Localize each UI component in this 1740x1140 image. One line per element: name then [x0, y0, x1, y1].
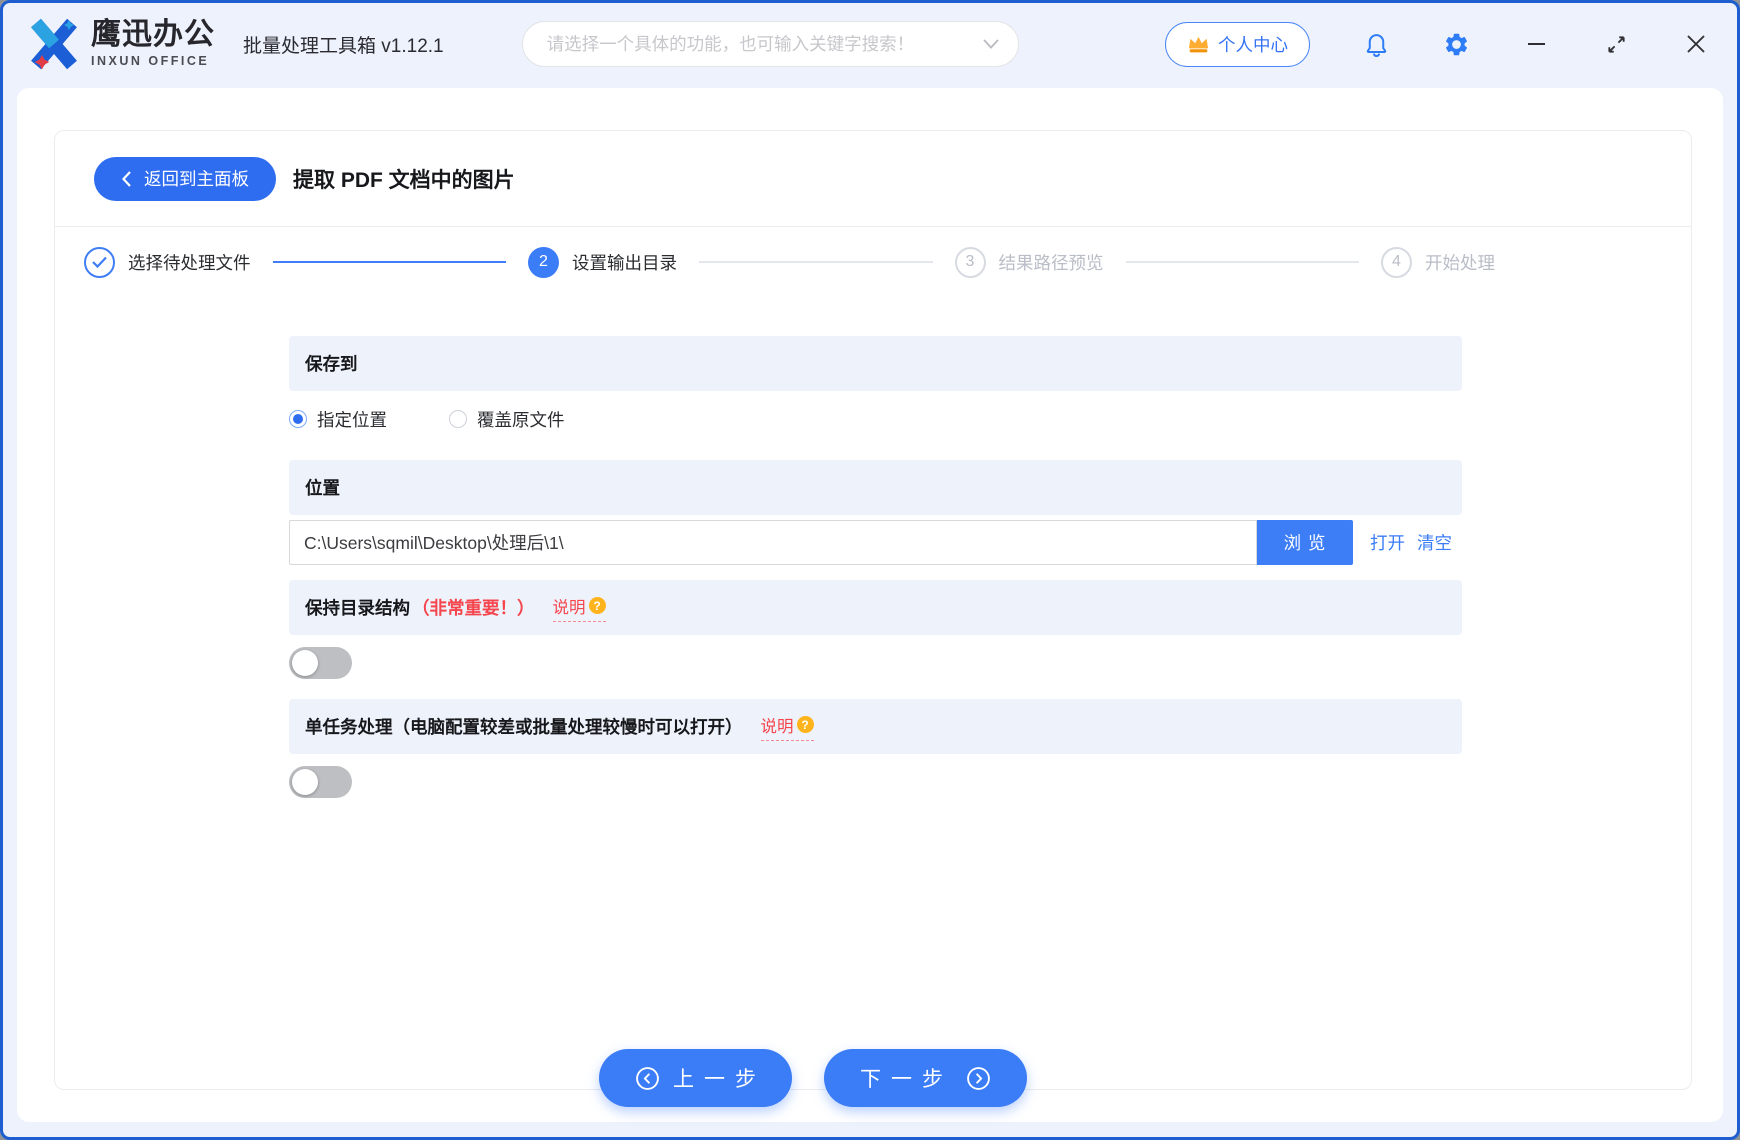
single-task-heading: 单任务处理（电脑配置较差或批量处理较慢时可以打开）	[305, 717, 743, 737]
radio-selected-icon	[289, 410, 307, 428]
crown-icon	[1188, 36, 1209, 53]
step-3-circle: 3	[954, 246, 986, 278]
function-search-select[interactable]	[521, 21, 1019, 67]
circle-chevron-right-icon	[967, 1066, 990, 1090]
single-task-help-link[interactable]: 说明 ?	[760, 713, 814, 741]
step-2-label: 设置输出目录	[572, 252, 677, 273]
gear-icon	[1445, 33, 1467, 55]
radio-overwrite-original[interactable]: 覆盖原文件	[449, 407, 565, 432]
brand-block: 鹰迅办公 INXUN OFFICE	[91, 20, 215, 68]
keep-structure-section-header: 保持目录结构 （非常重要！） 说明 ?	[289, 580, 1462, 635]
question-mark-icon: ?	[588, 597, 606, 614]
step-1-label: 选择待处理文件	[128, 252, 251, 273]
settings-button[interactable]	[1442, 30, 1470, 58]
back-button-label: 返回到主面板	[144, 169, 249, 189]
maximize-button[interactable]	[1602, 30, 1630, 58]
search-input[interactable]	[546, 33, 982, 55]
step-item-2: 2 设置输出目录	[528, 246, 677, 278]
previous-step-label: 上一步	[673, 1068, 766, 1091]
location-section-header: 位置	[289, 460, 1462, 515]
save-to-heading: 保存到	[305, 354, 358, 374]
question-mark-icon: ?	[796, 716, 814, 733]
step-3-label: 结果路径预览	[998, 252, 1104, 273]
step-4-circle: 4	[1381, 246, 1412, 278]
page-title: 提取 PDF 文档中的图片	[293, 168, 515, 192]
open-folder-link[interactable]: 打开	[1370, 530, 1405, 555]
radio-unselected-icon	[449, 410, 467, 428]
app-window: 鹰迅办公 INXUN OFFICE 批量处理工具箱 v1.12.1 个人中心	[0, 0, 1740, 1140]
keep-structure-important-note: （非常重要！）	[412, 598, 535, 618]
step-item-4: 4 开始处理	[1381, 246, 1495, 278]
help-link-label: 说明	[760, 717, 794, 736]
back-to-dashboard-button[interactable]: 返回到主面板	[94, 156, 276, 201]
step-connector	[272, 261, 506, 263]
close-button[interactable]	[1682, 30, 1710, 58]
step-item-3: 3 结果路径预览	[954, 246, 1104, 278]
circle-chevron-left-icon	[636, 1066, 659, 1090]
location-heading: 位置	[305, 478, 340, 498]
titlebar: 鹰迅办公 INXUN OFFICE 批量处理工具箱 v1.12.1 个人中心	[3, 3, 1737, 85]
main-panel: 返回到主面板 提取 PDF 文档中的图片 选择待处理文件 2 设置输出目录 3 …	[17, 88, 1723, 1122]
chevron-left-icon	[121, 170, 131, 187]
radio-specified-location[interactable]: 指定位置	[289, 407, 387, 432]
minimize-icon	[1527, 43, 1545, 45]
keep-structure-toggle[interactable]	[289, 647, 352, 679]
browse-button[interactable]: 浏 览	[1257, 520, 1353, 565]
content-card: 返回到主面板 提取 PDF 文档中的图片 选择待处理文件 2 设置输出目录 3 …	[54, 130, 1692, 1107]
radio-specified-location-label: 指定位置	[317, 409, 387, 430]
output-path-row: 浏 览 打开 清空	[289, 520, 1462, 565]
bell-icon	[1366, 33, 1386, 57]
previous-step-button[interactable]: 上一步	[599, 1049, 792, 1107]
keep-structure-help-link[interactable]: 说明 ?	[552, 594, 606, 622]
app-title: 批量处理工具箱 v1.12.1	[243, 35, 444, 57]
help-link-label: 说明	[552, 598, 586, 617]
brand-subtitle: INXUN OFFICE	[91, 54, 210, 69]
brand-x-logo-icon	[31, 18, 77, 70]
radio-overwrite-original-label: 覆盖原文件	[477, 409, 565, 430]
user-center-label: 个人中心	[1218, 34, 1288, 55]
clear-path-link[interactable]: 清空	[1417, 530, 1452, 555]
single-task-toggle[interactable]	[289, 766, 352, 798]
card-header: 返回到主面板 提取 PDF 文档中的图片	[55, 131, 1691, 227]
toggle-knob	[292, 769, 318, 795]
save-to-section-header: 保存到	[289, 336, 1462, 391]
output-settings-form: 保存到 指定位置 覆盖原文件 位置 C:\Users\sqmil\Desktop…	[289, 336, 1462, 798]
toggle-knob	[292, 650, 318, 676]
notifications-button[interactable]	[1362, 30, 1390, 58]
step-indicator: 选择待处理文件 2 设置输出目录 3 结果路径预览 4 开始处理	[55, 227, 1691, 297]
brand-name: 鹰迅办公	[91, 18, 215, 52]
chevron-down-icon	[982, 39, 999, 49]
next-step-button[interactable]: 下一步	[824, 1049, 1027, 1107]
titlebar-actions: 个人中心	[1165, 21, 1710, 67]
close-icon	[1687, 35, 1705, 53]
step-connector	[699, 261, 933, 263]
user-center-button[interactable]: 个人中心	[1165, 21, 1310, 67]
step-item-1: 选择待处理文件	[84, 246, 251, 278]
step-2-circle: 2	[528, 246, 559, 278]
check-icon	[92, 256, 107, 269]
save-to-options: 指定位置 覆盖原文件	[289, 400, 1462, 438]
step-connector	[1125, 261, 1359, 263]
single-task-section-header: 单任务处理（电脑配置较差或批量处理较慢时可以打开） 说明 ?	[289, 699, 1462, 754]
keep-structure-heading: 保持目录结构	[305, 598, 410, 618]
output-path-input[interactable]	[289, 520, 1257, 565]
wizard-navigation: 上一步 下一步	[599, 1049, 1027, 1107]
next-step-label: 下一步	[860, 1068, 953, 1091]
step-1-circle	[84, 246, 115, 278]
minimize-button[interactable]	[1522, 30, 1550, 58]
resize-diagonal-icon	[1607, 35, 1625, 53]
step-4-label: 开始处理	[1425, 252, 1495, 273]
